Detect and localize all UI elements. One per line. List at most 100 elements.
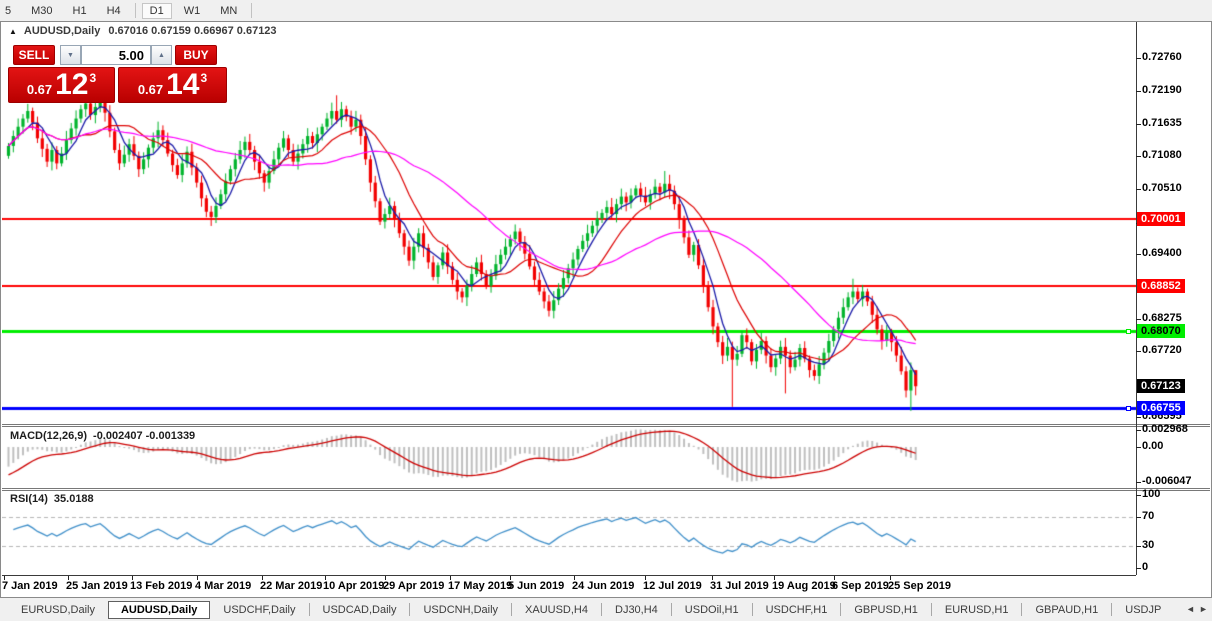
level-price-badge[interactable]: 0.68852 <box>1137 279 1185 293</box>
level-price-badge[interactable]: 0.66755 <box>1137 401 1185 415</box>
price-axis-tick <box>1136 254 1141 255</box>
current-price-badge[interactable]: 0.67123 <box>1137 379 1185 393</box>
buy-button[interactable]: BUY <box>175 45 217 65</box>
rsi-panel-canvas[interactable] <box>2 491 1136 574</box>
tab-gbpusd-h1[interactable]: GBPUSD,H1 <box>841 601 931 619</box>
rsi-axis-label: 100 <box>1142 488 1160 500</box>
price-axis-tick <box>1136 482 1141 483</box>
price-axis-tick <box>1136 568 1141 569</box>
price-axis-tick <box>1136 430 1141 431</box>
tab-usdchf-daily[interactable]: USDCHF,Daily <box>210 601 308 619</box>
buy-price-small: 0.67 <box>138 82 163 97</box>
panel-separator <box>2 426 1210 427</box>
tab-usdoil-h1[interactable]: USDOil,H1 <box>672 601 752 619</box>
price-axis-line <box>1136 22 1137 575</box>
toolbar-separator <box>135 3 136 18</box>
date-axis-label: 19 Aug 2019 <box>772 580 836 592</box>
sell-price-sup: 3 <box>90 71 97 85</box>
rsi-value: 35.0188 <box>54 493 94 505</box>
tab-usdchf-h1[interactable]: USDCHF,H1 <box>753 601 841 619</box>
price-axis-label: 0.69400 <box>1142 247 1182 259</box>
rsi-axis-label: 0 <box>1142 561 1148 573</box>
date-axis-label: 25 Sep 2019 <box>888 580 951 592</box>
level-drag-handle[interactable] <box>1126 406 1131 411</box>
price-axis-tick <box>1136 319 1141 320</box>
price-axis-label: 0.71635 <box>1142 117 1182 129</box>
macd-values: -0.002407 -0.001339 <box>93 430 195 442</box>
volume-increase-button[interactable]: ▲ <box>151 45 172 65</box>
rsi-name: RSI(14) <box>10 493 48 505</box>
tf-w1-button[interactable]: W1 <box>176 3 209 19</box>
date-axis-label: 17 May 2019 <box>448 580 512 592</box>
level-price-badge[interactable]: 0.70001 <box>1137 212 1185 226</box>
tab-gbpaud-h1[interactable]: GBPAUD,H1 <box>1022 601 1111 619</box>
price-axis-tick <box>1136 517 1141 518</box>
price-axis-tick <box>1136 156 1141 157</box>
price-axis-label: 0.71080 <box>1142 149 1182 161</box>
buy-price-big: 14 <box>166 70 199 100</box>
price-axis-tick <box>1136 447 1141 448</box>
price-axis-tick <box>1136 495 1141 496</box>
price-axis-tick <box>1136 124 1141 125</box>
tab-eurusd-h1[interactable]: EURUSD,H1 <box>932 601 1022 619</box>
price-axis-tick <box>1136 91 1141 92</box>
date-axis-label: 25 Jan 2019 <box>66 580 128 592</box>
price-axis-label: 0.70510 <box>1142 182 1182 194</box>
price-axis-label: 0.67720 <box>1142 344 1182 356</box>
panel-separator[interactable] <box>2 424 1210 425</box>
price-axis-tick <box>1136 546 1141 547</box>
price-axis-tick <box>1136 351 1141 352</box>
macd-axis-label: 0.002968 <box>1142 423 1188 435</box>
tab-scroll-left-button[interactable]: ◄ <box>1186 604 1195 614</box>
sell-price-big: 12 <box>55 70 88 100</box>
toolbar-separator <box>251 3 252 18</box>
tf-h4-button[interactable]: H4 <box>99 3 129 19</box>
tab-audusd-daily[interactable]: AUDUSD,Daily <box>108 601 210 619</box>
date-axis-label: 5 Jun 2019 <box>508 580 564 592</box>
rsi-indicator-label: RSI(14) 35.0188 <box>10 493 100 505</box>
rsi-axis-label: 70 <box>1142 510 1154 522</box>
date-axis-label: 7 Jan 2019 <box>2 580 58 592</box>
tf-m5-button[interactable]: 5 <box>0 3 19 19</box>
date-axis-label: 4 Mar 2019 <box>195 580 251 592</box>
date-axis-label: 6 Sep 2019 <box>832 580 889 592</box>
tf-mn-button[interactable]: MN <box>212 3 245 19</box>
tab-usdjp[interactable]: USDJP <box>1112 601 1174 619</box>
macd-axis-label: 0.00 <box>1142 440 1163 452</box>
tab-usdcad-daily[interactable]: USDCAD,Daily <box>310 601 410 619</box>
chart-symbol-title: AUDUSD,Daily <box>24 25 100 37</box>
triangle-down-icon: ▼ <box>67 52 74 59</box>
chart-header: ▲ AUDUSD,Daily 0.67016 0.67159 0.66967 0… <box>9 25 277 37</box>
tf-d1-button[interactable]: D1 <box>142 3 172 19</box>
chart-ohlc-values: 0.67016 0.67159 0.66967 0.67123 <box>108 25 276 37</box>
date-axis-label: 24 Jun 2019 <box>572 580 634 592</box>
date-axis-line <box>2 575 1136 576</box>
date-axis-label: 31 Jul 2019 <box>710 580 769 592</box>
macd-indicator-label: MACD(12,26,9)-0.002407 -0.001339 <box>10 430 201 442</box>
price-axis-label: 0.72190 <box>1142 84 1182 96</box>
timeframe-toolbar: 5 M30 H1 H4 D1 W1 MN <box>0 0 1212 21</box>
level-drag-handle[interactable] <box>1126 329 1131 334</box>
sell-button[interactable]: SELL <box>13 45 55 65</box>
date-axis-label: 29 Apr 2019 <box>383 580 444 592</box>
sell-price-box[interactable]: 0.67 12 3 <box>8 67 115 103</box>
tf-m30-button[interactable]: M30 <box>23 3 60 19</box>
tf-h1-button[interactable]: H1 <box>65 3 95 19</box>
panel-separator <box>2 490 1210 491</box>
tab-xauusd-h4[interactable]: XAUUSD,H4 <box>512 601 601 619</box>
tab-scroll-right-button[interactable]: ► <box>1199 604 1208 614</box>
price-axis-tick <box>1136 58 1141 59</box>
tab-usdcnh-daily[interactable]: USDCNH,Daily <box>410 601 511 619</box>
macd-axis-label: -0.006047 <box>1142 475 1192 487</box>
price-axis-tick <box>1136 417 1141 418</box>
level-price-badge[interactable]: 0.68070 <box>1137 324 1185 338</box>
volume-decrease-button[interactable]: ▼ <box>60 45 81 65</box>
one-click-panel-toggle-icon[interactable]: ▲ <box>9 27 17 36</box>
chart-tab-bar: EURUSD,DailyAUDUSD,DailyUSDCHF,DailyUSDC… <box>0 598 1212 621</box>
tab-dj30-h4[interactable]: DJ30,H4 <box>602 601 671 619</box>
panel-separator[interactable] <box>2 488 1210 489</box>
tab-eurusd-daily[interactable]: EURUSD,Daily <box>8 601 108 619</box>
buy-price-box[interactable]: 0.67 14 3 <box>118 67 227 103</box>
price-axis-label: 0.72760 <box>1142 51 1182 63</box>
volume-input[interactable] <box>81 45 151 65</box>
